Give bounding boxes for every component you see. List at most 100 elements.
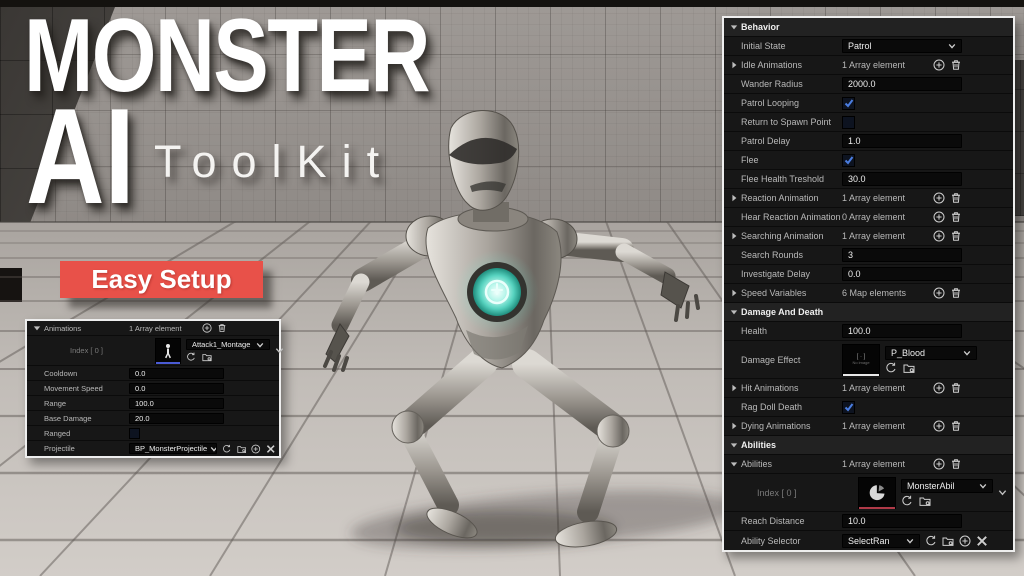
checkbox[interactable]: [842, 97, 855, 110]
array-count: 1 Array element: [842, 60, 928, 70]
add-icon[interactable]: [933, 382, 945, 394]
use-selected-icon[interactable]: [885, 362, 897, 374]
asset-dropdown[interactable]: SelectRan: [842, 534, 920, 548]
triangle-down-icon[interactable]: [730, 460, 738, 468]
delete-icon[interactable]: [950, 458, 962, 470]
add-icon[interactable]: [933, 59, 945, 71]
use-selected-icon[interactable]: [925, 535, 937, 547]
row-ability-selector: Ability Selector SelectRan: [724, 531, 1013, 550]
label-cell: Patrol Looping: [730, 98, 842, 108]
triangle-right-icon[interactable]: [730, 232, 738, 240]
value-cell: Attack1_Montage: [155, 338, 275, 364]
row-ranged: Ranged: [27, 426, 279, 441]
asset-dropdown[interactable]: BP_MonsterProjectile: [129, 443, 217, 454]
delete-icon[interactable]: [950, 287, 962, 299]
triangle-down-icon[interactable]: [33, 324, 41, 332]
value-input[interactable]: 0.0: [842, 267, 962, 281]
property-label: Dying Animations: [741, 421, 811, 431]
thumb-underline: [859, 507, 895, 509]
value-input[interactable]: 0.0: [129, 383, 224, 394]
browse-icon[interactable]: [903, 362, 915, 374]
add-icon[interactable]: [933, 230, 945, 242]
row-dying-animations: Dying Animations 1 Array element: [724, 417, 1013, 436]
triangle-right-icon[interactable]: [730, 61, 738, 69]
triangle-right-icon[interactable]: [730, 422, 738, 430]
value-input[interactable]: 3: [842, 248, 962, 262]
asset-dropdown[interactable]: P_Blood: [885, 346, 977, 360]
checkbox[interactable]: [842, 401, 855, 414]
value-input[interactable]: 10.0: [842, 514, 962, 528]
value-cell: Patrol: [842, 39, 1009, 53]
clear-icon[interactable]: [976, 535, 988, 547]
array-count: 1 Array element: [842, 459, 928, 469]
value-input[interactable]: 100.0: [129, 398, 224, 409]
triangle-right-icon[interactable]: [730, 194, 738, 202]
asset-thumbnail[interactable]: [ · ]No image: [842, 344, 880, 376]
triangle-down-icon[interactable]: [730, 23, 738, 31]
checkbox[interactable]: [129, 428, 140, 439]
chevron-down-icon: [948, 42, 956, 50]
value-input[interactable]: 1.0: [842, 134, 962, 148]
delete-icon[interactable]: [950, 192, 962, 204]
add-icon[interactable]: [251, 444, 261, 454]
asset-name: P_Blood: [891, 348, 925, 358]
title-line2: AI: [26, 88, 135, 224]
value-dropdown[interactable]: Patrol: [842, 39, 962, 53]
checkbox[interactable]: [842, 116, 855, 129]
triangle-right-icon[interactable]: [730, 384, 738, 392]
browse-icon[interactable]: [919, 495, 931, 507]
property-label: Damage And Death: [741, 307, 823, 317]
delete-icon[interactable]: [950, 59, 962, 71]
asset-thumbnail[interactable]: [858, 477, 896, 509]
delete-icon[interactable]: [950, 230, 962, 242]
value-cell: [842, 401, 1009, 414]
add-icon[interactable]: [202, 323, 212, 333]
add-icon[interactable]: [933, 420, 945, 432]
row-health: Health100.0: [724, 322, 1013, 341]
asset-thumbnail[interactable]: [155, 338, 181, 364]
clear-icon[interactable]: [266, 444, 276, 454]
label-cell: Behavior: [730, 22, 1009, 32]
checkbox[interactable]: [842, 154, 855, 167]
add-icon[interactable]: [959, 535, 971, 547]
label-cell: Abilities: [730, 440, 1009, 450]
use-selected-icon[interactable]: [186, 352, 196, 362]
property-label: Searching Animation: [741, 231, 824, 241]
property-label: Ability Selector: [741, 536, 801, 546]
delete-icon[interactable]: [217, 323, 227, 333]
use-selected-icon[interactable]: [222, 444, 232, 454]
value-input[interactable]: 0.0: [129, 368, 224, 379]
label-cell: Damage And Death: [730, 307, 1009, 317]
label-cell: Movement Speed: [33, 384, 129, 393]
delete-icon[interactable]: [950, 211, 962, 223]
triangle-down-icon[interactable]: [730, 441, 738, 449]
triangle-right-icon[interactable]: [730, 289, 738, 297]
asset-dropdown[interactable]: MonsterAbil: [901, 479, 993, 493]
add-icon[interactable]: [933, 458, 945, 470]
asset-icon-row: [186, 352, 270, 362]
label-cell: Flee Health Treshold: [730, 174, 842, 184]
use-selected-icon[interactable]: [901, 495, 913, 507]
add-icon[interactable]: [933, 192, 945, 204]
add-icon[interactable]: [933, 211, 945, 223]
delete-icon[interactable]: [950, 382, 962, 394]
delete-icon[interactable]: [950, 420, 962, 432]
browse-icon[interactable]: [942, 535, 954, 547]
chevron-down-icon[interactable]: [275, 346, 284, 355]
value-cell: 0 Array element: [842, 211, 1009, 223]
browse-icon[interactable]: [237, 444, 247, 454]
asset-dropdown[interactable]: Attack1_Montage: [186, 339, 270, 350]
array-count: 1 Array element: [842, 421, 928, 431]
chevron-down-icon[interactable]: [998, 488, 1007, 497]
value-input[interactable]: 30.0: [842, 172, 962, 186]
value-input[interactable]: 100.0: [842, 324, 962, 338]
label-cell: Cooldown: [33, 369, 129, 378]
property-label: Behavior: [741, 22, 780, 32]
value-cell: MonsterAbil: [858, 477, 1009, 509]
value-cell: 20.0: [129, 413, 275, 424]
value-input[interactable]: 2000.0: [842, 77, 962, 91]
add-icon[interactable]: [933, 287, 945, 299]
value-input[interactable]: 20.0: [129, 413, 224, 424]
triangle-down-icon[interactable]: [730, 308, 738, 316]
browse-icon[interactable]: [202, 352, 212, 362]
